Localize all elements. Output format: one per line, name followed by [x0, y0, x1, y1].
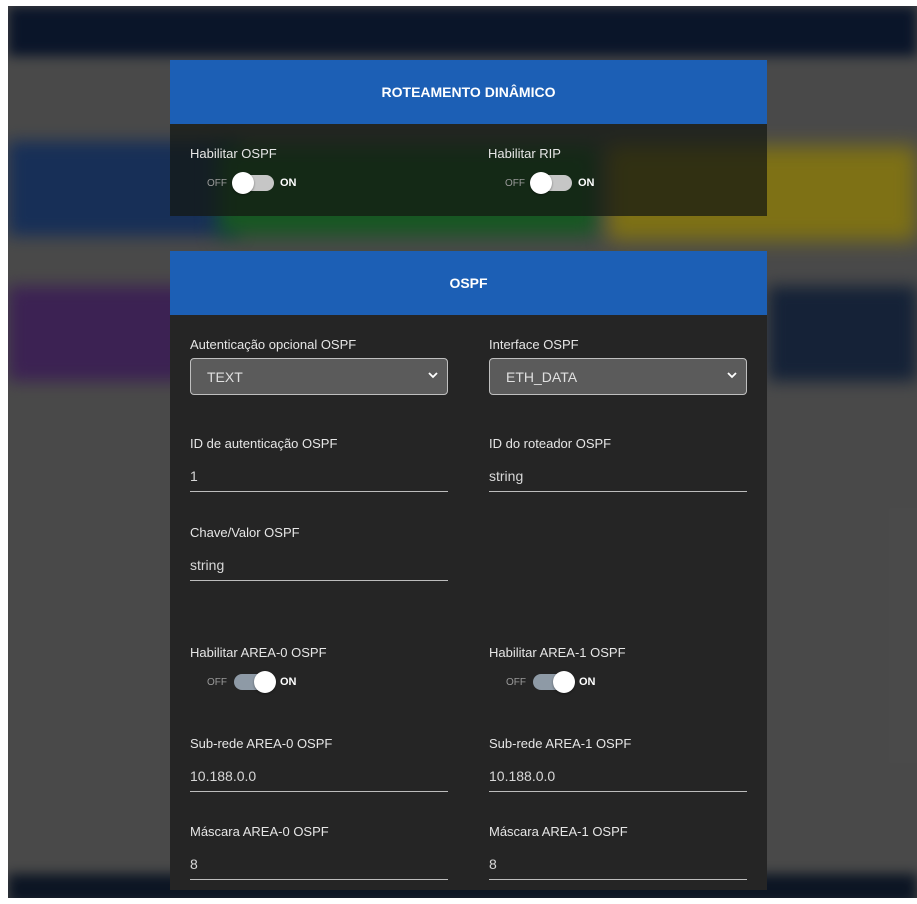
switch-knob: [553, 671, 575, 693]
toggle-off-label: OFF: [505, 177, 525, 189]
auth-select[interactable]: TEXT: [190, 358, 448, 395]
interface-select-label: Interface OSPF: [489, 337, 579, 352]
area1-mask-field: Máscara AREA-1 OSPF 8: [489, 824, 747, 880]
toggle-off-label: OFF: [207, 676, 227, 688]
rip-toggle-switch[interactable]: [530, 172, 574, 194]
area0-mask-field: Máscara AREA-0 OSPF 8: [190, 824, 448, 880]
area0-toggle-switch[interactable]: [232, 671, 276, 693]
key-value-label: Chave/Valor OSPF: [190, 525, 300, 540]
auth-id-field: ID de autenticação OSPF 1: [190, 436, 448, 492]
chevron-down-icon: [428, 372, 438, 379]
toggle-on-label: ON: [280, 676, 297, 688]
router-id-field: ID do roteador OSPF string: [489, 436, 747, 492]
panel-title: OSPF: [170, 251, 767, 315]
toggle-off-label: OFF: [506, 676, 526, 688]
area1-mask-input[interactable]: 8: [489, 854, 747, 880]
switch-knob: [254, 671, 276, 693]
area1-toggle-field: Habilitar AREA-1 OSPF OFF ON: [489, 645, 747, 693]
area1-mask-label: Máscara AREA-1 OSPF: [489, 824, 628, 839]
toggle-on-label: ON: [579, 676, 596, 688]
ospf-toggle-switch[interactable]: [232, 172, 276, 194]
area0-mask-input[interactable]: 8: [190, 854, 448, 880]
area1-subnet-input[interactable]: 10.188.0.0: [489, 766, 747, 792]
area0-mask-label: Máscara AREA-0 OSPF: [190, 824, 329, 839]
ospf-toggle-label: Habilitar OSPF: [190, 146, 277, 161]
switch-knob: [232, 172, 254, 194]
router-id-input[interactable]: string: [489, 466, 747, 492]
auth-select-label: Autenticação opcional OSPF: [190, 337, 357, 352]
dynamic-routing-panel: ROTEAMENTO DINÂMICO Habilitar OSPF OFF O…: [170, 60, 767, 216]
toggle-on-label: ON: [280, 177, 297, 189]
toggle-off-label: OFF: [207, 177, 227, 189]
area1-subnet-field: Sub-rede AREA-1 OSPF 10.188.0.0: [489, 736, 747, 792]
area0-subnet-field: Sub-rede AREA-0 OSPF 10.188.0.0: [190, 736, 448, 792]
area0-subnet-input[interactable]: 10.188.0.0: [190, 766, 448, 792]
auth-id-label: ID de autenticação OSPF: [190, 436, 338, 451]
key-value-field: Chave/Valor OSPF string: [190, 525, 448, 581]
interface-select[interactable]: ETH_DATA: [489, 358, 747, 395]
ospf-panel: OSPF Autenticação opcional OSPF TEXT Int…: [170, 251, 767, 890]
area1-subnet-label: Sub-rede AREA-1 OSPF: [489, 736, 632, 751]
area0-subnet-label: Sub-rede AREA-0 OSPF: [190, 736, 333, 751]
area0-toggle-field: Habilitar AREA-0 OSPF OFF ON: [190, 645, 448, 693]
ospf-toggle-field: Habilitar OSPF OFF ON: [190, 146, 448, 194]
router-id-label: ID do roteador OSPF: [489, 436, 612, 451]
panel-title: ROTEAMENTO DINÂMICO: [170, 60, 767, 124]
interface-select-field: Interface OSPF ETH_DATA: [489, 337, 747, 395]
area0-toggle-label: Habilitar AREA-0 OSPF: [190, 645, 327, 660]
area1-toggle-switch[interactable]: [531, 671, 575, 693]
auth-select-field: Autenticação opcional OSPF TEXT: [190, 337, 448, 395]
auth-id-input[interactable]: 1: [190, 466, 448, 492]
rip-toggle-field: Habilitar RIP OFF ON: [488, 146, 746, 194]
switch-knob: [530, 172, 552, 194]
auth-select-value: TEXT: [207, 368, 243, 385]
chevron-down-icon: [727, 372, 737, 379]
interface-select-value: ETH_DATA: [506, 368, 578, 385]
rip-toggle-label: Habilitar RIP: [488, 146, 561, 161]
area1-toggle-label: Habilitar AREA-1 OSPF: [489, 645, 626, 660]
toggle-on-label: ON: [578, 177, 595, 189]
key-value-input[interactable]: string: [190, 555, 448, 581]
